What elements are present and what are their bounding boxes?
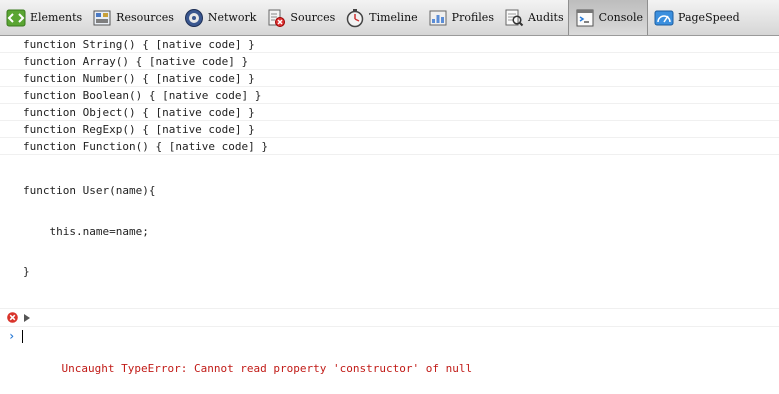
console-output-line: function Number() { [native code] } — [0, 70, 779, 87]
console-output-line: function String() { [native code] } — [0, 36, 779, 53]
tab-label: Elements — [30, 11, 83, 24]
elements-icon — [6, 9, 26, 26]
error-icon — [7, 311, 18, 323]
tab-elements[interactable]: Elements — [0, 0, 86, 35]
console-output-line: function Boolean() { [native code] } — [0, 87, 779, 104]
resources-icon — [93, 10, 111, 25]
tab-timeline[interactable]: Timeline — [339, 0, 421, 35]
tab-pagespeed[interactable]: PageSpeed — [648, 0, 744, 35]
console-panel: function String() { [native code] } func… — [0, 36, 779, 375]
console-output-line: function Object() { [native code] } — [0, 104, 779, 121]
tab-resources[interactable]: Resources — [86, 0, 178, 35]
tab-profiles[interactable]: Profiles — [422, 0, 498, 35]
console-output-line: function Function() { [native code] } — [0, 138, 779, 155]
code-line: function User(name){ — [23, 184, 156, 197]
audits-icon — [505, 9, 524, 26]
console-output-line: function RegExp() { [native code] } — [0, 121, 779, 138]
console-output-function-user: function User(name){ this.name=name; } — [0, 155, 779, 309]
tab-label: Profiles — [451, 11, 494, 24]
tab-audits[interactable]: Audits — [498, 0, 568, 35]
prompt-chevron-icon: › — [8, 328, 16, 343]
tab-label: Audits — [527, 11, 564, 24]
text-caret — [22, 329, 23, 343]
pagespeed-icon — [654, 10, 674, 25]
profiles-icon — [429, 10, 447, 25]
tab-label: Sources — [290, 11, 336, 24]
tab-label: PageSpeed — [678, 11, 740, 24]
console-error-message[interactable]: Uncaught TypeError: Cannot read property… — [0, 308, 779, 375]
console-prompt[interactable]: › — [0, 327, 779, 345]
devtools-toolbar: Elements Resources Network Sources Timel… — [0, 0, 779, 36]
error-text: Uncaught TypeError: Cannot read property… — [61, 361, 473, 375]
code-line: this.name=name; — [23, 224, 149, 238]
tab-label: Resources — [116, 11, 174, 24]
tab-console[interactable]: Console — [567, 0, 649, 35]
console-icon — [576, 9, 594, 26]
code-line: } — [23, 265, 30, 278]
expand-triangle-icon[interactable] — [24, 313, 30, 322]
console-output-line: function Array() { [native code] } — [0, 53, 779, 70]
tab-label: Timeline — [369, 11, 418, 24]
tab-network[interactable]: Network — [178, 0, 261, 35]
timeline-icon — [346, 8, 364, 27]
tab-label: Console — [598, 11, 644, 24]
sources-icon — [268, 9, 286, 27]
tab-sources[interactable]: Sources — [260, 0, 339, 35]
network-icon — [184, 8, 203, 27]
tab-label: Network — [207, 11, 257, 24]
